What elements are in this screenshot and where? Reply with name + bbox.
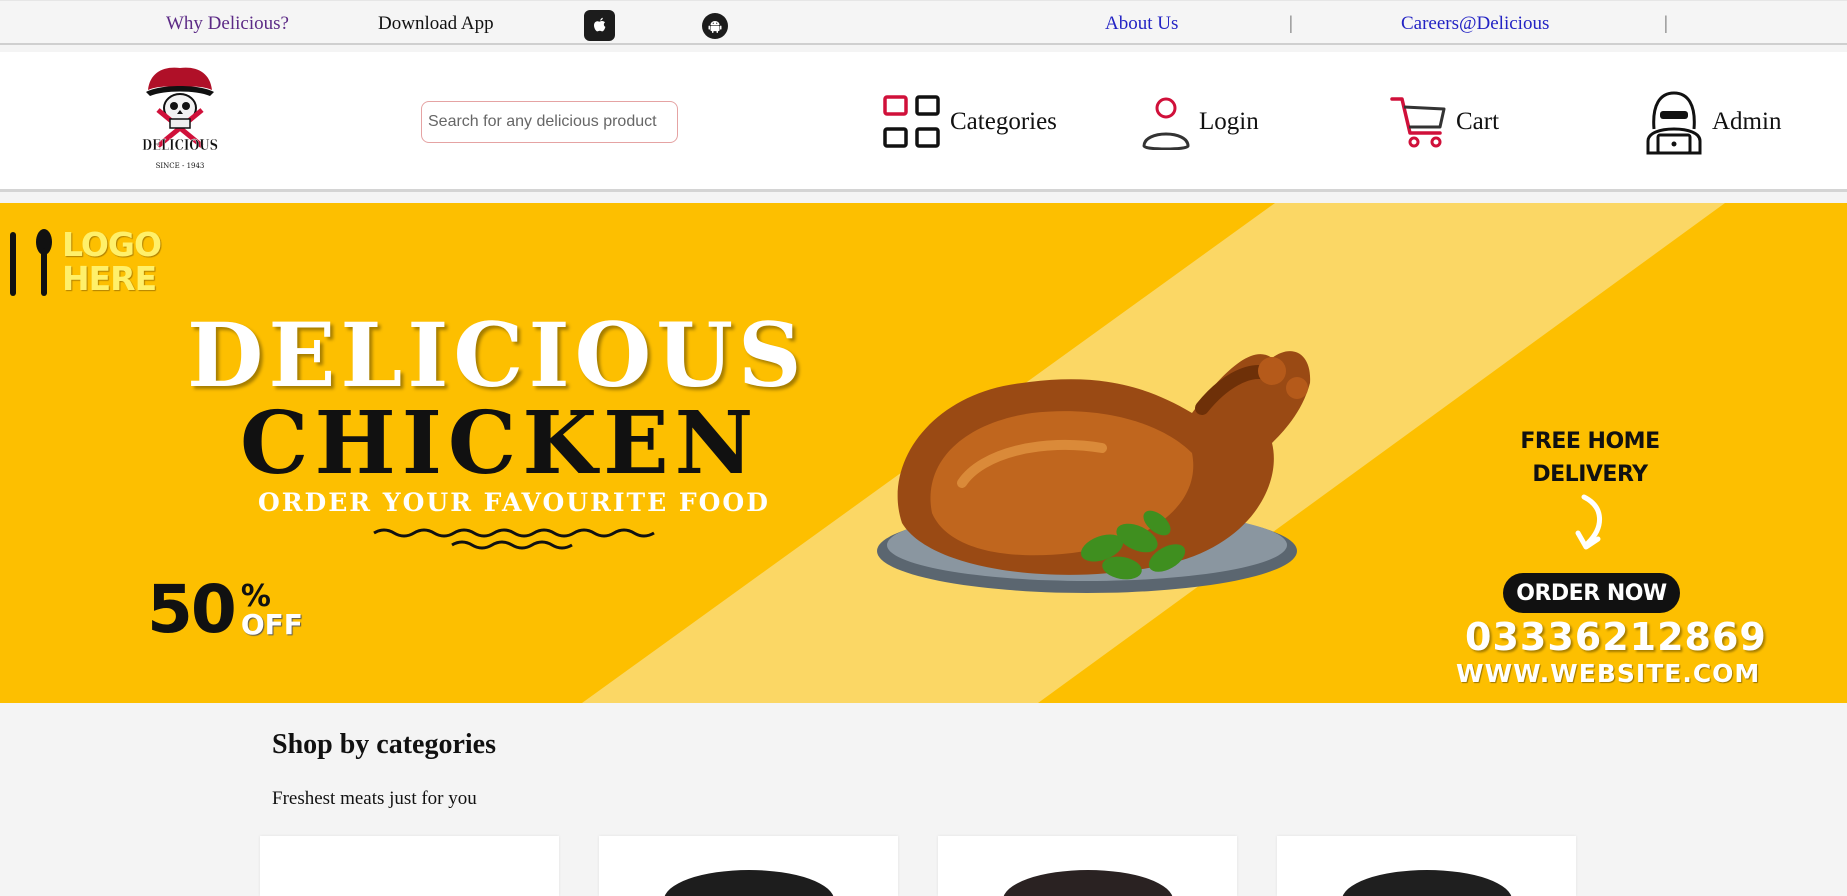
- top-bar: Why Delicious? Download App About Us | C…: [0, 0, 1847, 45]
- nav-admin-label: Admin: [1712, 108, 1782, 135]
- banner-logo-text: LOGO HERE: [62, 225, 162, 298]
- banner-website: WWW.WEBSITE.COM: [1456, 659, 1761, 688]
- free-delivery-text: FREE HOME DELIVERY: [1520, 429, 1660, 487]
- nav-login-label: Login: [1199, 108, 1259, 135]
- category-card[interactable]: [938, 836, 1237, 896]
- promo-banner[interactable]: LOGO HERE DELICIOUS CHICKEN ORDER YOUR F…: [0, 203, 1847, 703]
- banner-headline-1: DELICIOUS: [187, 303, 807, 407]
- why-delicious-link[interactable]: Why Delicious?: [166, 13, 289, 35]
- decorative-wave: [373, 528, 655, 550]
- curved-arrow-icon: [1575, 494, 1602, 550]
- nav-admin[interactable]: Admin: [1644, 91, 1782, 155]
- main-header: DELICIOUS SINCE - 1943 Categories Login …: [0, 52, 1847, 192]
- category-card[interactable]: [1277, 836, 1576, 896]
- categories-grid-icon: [883, 95, 940, 148]
- android-icon: [708, 21, 722, 33]
- fork-spoon-icon: [10, 229, 52, 296]
- category-image: [325, 870, 495, 896]
- about-us-link[interactable]: About Us: [1105, 13, 1178, 35]
- section-subtitle: Freshest meats just for you: [272, 788, 477, 809]
- roast-chicken-image: [877, 351, 1311, 593]
- discount-off: OFF: [240, 608, 303, 641]
- nav-cart[interactable]: Cart: [1390, 92, 1499, 152]
- logo-text: DELICIOUS: [142, 136, 218, 154]
- download-app-label: Download App: [378, 13, 494, 34]
- hacker-admin-icon: [1646, 91, 1702, 155]
- category-image: [1003, 870, 1173, 896]
- section-title: Shop by categories: [272, 729, 496, 760]
- nav-categories[interactable]: Categories: [882, 92, 1057, 152]
- search-input[interactable]: [421, 101, 678, 143]
- user-icon: [1142, 97, 1190, 150]
- careers-link[interactable]: Careers@Delicious: [1401, 13, 1549, 35]
- banner-phone: 03336212869: [1465, 615, 1767, 659]
- discount-number: 50: [147, 571, 237, 648]
- nav-login[interactable]: Login: [1141, 92, 1259, 152]
- category-card[interactable]: [599, 836, 898, 896]
- apple-icon: [593, 17, 605, 31]
- logo-since-text: SINCE - 1943: [156, 162, 205, 170]
- discount-percent: %: [240, 579, 271, 614]
- cart-icon: [1390, 97, 1446, 148]
- delicious-logo[interactable]: DELICIOUS SINCE - 1943: [140, 64, 220, 176]
- android-play-store-button[interactable]: [702, 13, 728, 39]
- nav-cart-label: Cart: [1456, 108, 1500, 135]
- category-card[interactable]: [260, 836, 559, 896]
- nav-categories-label: Categories: [950, 108, 1057, 135]
- apple-app-store-button[interactable]: [584, 10, 615, 41]
- banner-headline-2: CHICKEN: [240, 393, 760, 494]
- order-now-button[interactable]: ORDER NOW: [1503, 573, 1680, 613]
- discount-badge: 50 % OFF: [147, 573, 303, 647]
- banner-tagline: ORDER YOUR FAVOURITE FOOD: [258, 488, 770, 517]
- category-image: [664, 870, 834, 896]
- separator: |: [1289, 13, 1293, 34]
- category-image: [1342, 870, 1512, 896]
- banner-logo-placeholder: LOGO HERE: [4, 225, 162, 298]
- separator: |: [1664, 13, 1668, 34]
